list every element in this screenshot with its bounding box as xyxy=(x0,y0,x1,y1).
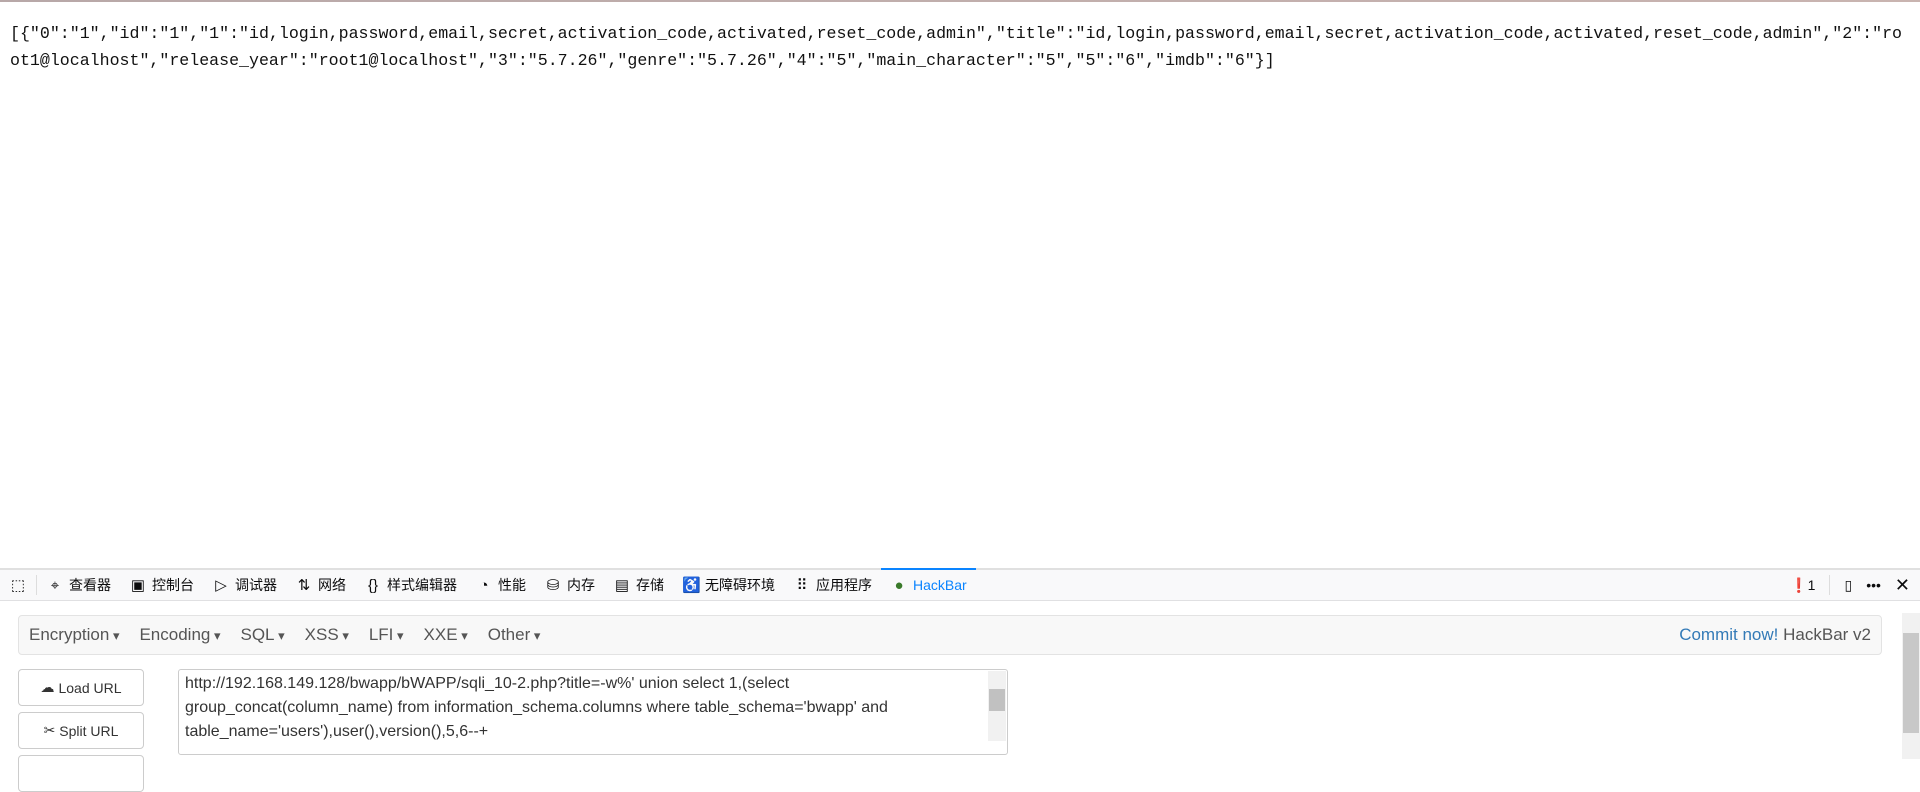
execute-button[interactable] xyxy=(18,755,144,792)
tab-hackbar[interactable]: ● HackBar xyxy=(881,568,976,600)
load-url-button[interactable]: ☁ Load URL xyxy=(18,669,144,706)
json-response: [{"0":"1","id":"1","1":"id,login,passwor… xyxy=(10,24,1902,70)
commit-text: Commit now! HackBar v2 xyxy=(1679,625,1871,644)
tab-label: 控制台 xyxy=(152,577,194,593)
menu-encoding[interactable]: Encoding xyxy=(129,625,230,645)
panel-scrollbar[interactable] xyxy=(1902,613,1920,759)
storage-icon: ▤ xyxy=(614,577,630,594)
devtools-panel: ⬚ ⌖ 查看器 ▣ 控制台 ▷ 调试器 ⇅ 网络{} 样式编辑器 ◔ 性能 ⛁ 内存 ▤ 存储 ♿ 无障碍环境 ⠿… xyxy=(0,568,1920,792)
tab-label: 网络 xyxy=(318,577,346,593)
application-icon: ⠿ xyxy=(796,577,808,594)
element-picker-icon: ⬚ xyxy=(10,577,26,594)
tab-inspector[interactable]: ⌖ 查看器 xyxy=(37,570,120,600)
window-top-border xyxy=(0,0,1920,2)
error-count-badge[interactable]: ❗1 xyxy=(1790,577,1815,594)
tab-label: 调试器 xyxy=(235,577,277,593)
tab-label: 存储 xyxy=(636,577,664,593)
responsive-mode-icon[interactable]: ▯ xyxy=(1844,577,1852,594)
tab-label: 无障碍环境 xyxy=(705,577,775,593)
tab-style-editor[interactable]: {} 样式编辑器 xyxy=(355,570,466,600)
more-options-icon[interactable]: ••• xyxy=(1866,577,1881,593)
tab-label: 查看器 xyxy=(69,577,111,593)
textarea-scrollbar[interactable] xyxy=(988,671,1006,741)
tab-performance[interactable]: ◔ 性能 xyxy=(466,570,535,600)
menu-lfi[interactable]: LFI xyxy=(359,625,414,645)
console-icon: ▣ xyxy=(130,577,146,594)
close-icon[interactable]: ✕ xyxy=(1895,575,1910,596)
menu-encryption[interactable]: Encryption xyxy=(19,625,129,645)
accessibility-icon: ♿ xyxy=(682,577,701,594)
url-textarea[interactable]: http://192.168.149.128/bwapp/bWAPP/sqli_… xyxy=(178,669,1008,755)
tab-accessibility[interactable]: ♿ 无障碍环境 xyxy=(673,570,784,600)
cloud-download-icon: ☁ xyxy=(40,679,55,695)
hackbar-icon: ● xyxy=(894,576,904,594)
tab-label: 应用程序 xyxy=(816,577,872,593)
performance-icon: ◔ xyxy=(479,576,489,594)
element-picker-button[interactable]: ⬚ xyxy=(0,570,36,600)
tab-memory[interactable]: ⛁ 内存 xyxy=(535,570,604,600)
memory-icon: ⛁ xyxy=(546,577,560,594)
commit-link[interactable]: Commit now! xyxy=(1679,625,1778,644)
devtools-toolbar: ⬚ ⌖ 查看器 ▣ 控制台 ▷ 调试器 ⇅ 网络{} 样式编辑器 ◔ 性能 ⛁ 内存 ▤ 存储 ♿ 无障碍环境 ⠿… xyxy=(0,568,1920,601)
inspector-icon: ⌖ xyxy=(50,576,60,594)
menu-other[interactable]: Other xyxy=(478,625,551,645)
tab-label: 内存 xyxy=(567,577,595,593)
tab-label: HackBar xyxy=(913,577,967,593)
tab-network[interactable]: ⇅ 网络 xyxy=(286,570,355,600)
split-url-button[interactable]: ✂ Split URL xyxy=(18,712,144,749)
menu-xxe[interactable]: XXE xyxy=(414,625,478,645)
tab-debugger[interactable]: ▷ 调试器 xyxy=(203,570,286,600)
menu-sql[interactable]: SQL xyxy=(231,625,295,645)
menu-xss[interactable]: XSS xyxy=(295,625,359,645)
scissors-icon: ✂ xyxy=(43,722,56,738)
divider xyxy=(1829,575,1831,595)
debugger-icon: ▷ xyxy=(215,577,227,594)
tab-console[interactable]: ▣ 控制台 xyxy=(120,570,203,600)
hackbar-menu: EncryptionEncodingSQLXSSLFIXXEOther Comm… xyxy=(18,615,1882,655)
network-icon: ⇅ xyxy=(297,577,311,594)
error-icon: ❗ xyxy=(1790,576,1808,593)
style-editor-icon: {} xyxy=(367,576,379,594)
tab-storage[interactable]: ▤ 存储 xyxy=(604,570,673,600)
tab-label: 性能 xyxy=(498,577,526,593)
tab-label: 样式编辑器 xyxy=(387,577,457,593)
tab-application[interactable]: ⠿ 应用程序 xyxy=(784,570,881,600)
